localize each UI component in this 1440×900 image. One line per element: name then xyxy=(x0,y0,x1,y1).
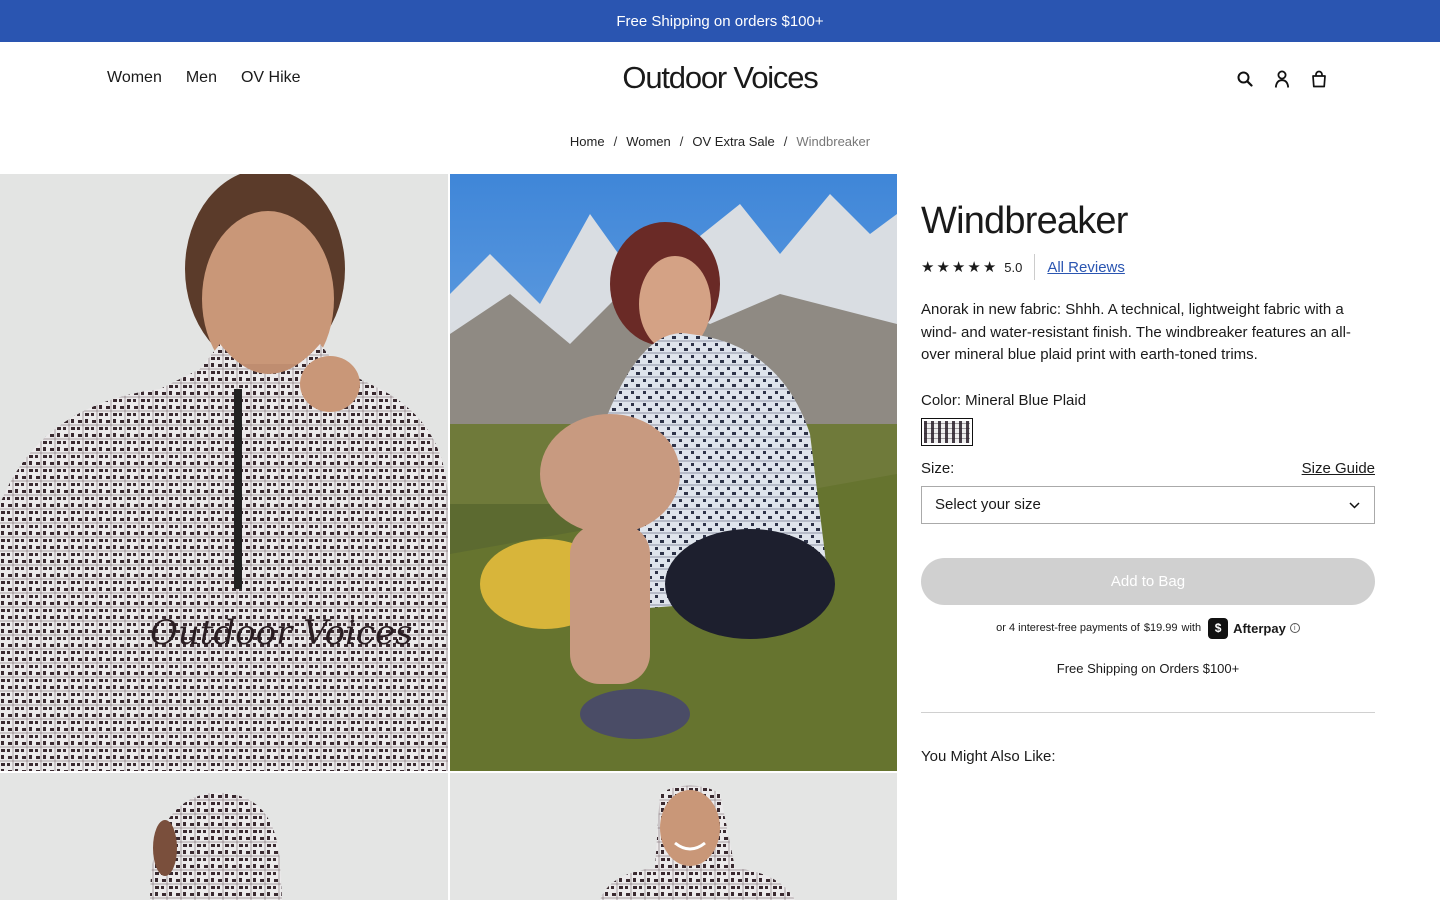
breadcrumb: Home / Women / OV Extra Sale / Windbreak… xyxy=(0,134,1440,149)
rating-divider xyxy=(1034,254,1036,280)
afterpay-logo: $ Afterpay xyxy=(1208,617,1286,639)
also-like-heading: You Might Also Like: xyxy=(921,747,1056,765)
star-icon: ★ xyxy=(951,259,966,276)
chevron-down-icon xyxy=(1349,496,1360,513)
search-icon[interactable] xyxy=(1235,69,1255,89)
nav-link-men[interactable]: Men xyxy=(186,69,217,87)
svg-text:Outdoor Voices: Outdoor Voices xyxy=(150,613,413,653)
afterpay-message: or 4 interest-free payments of $19.99 wi… xyxy=(921,617,1375,639)
site-header: Women Men OV Hike Outdoor Voices xyxy=(0,42,1440,118)
afterpay-brand: Afterpay xyxy=(1233,620,1286,636)
nav-link-ov-hike[interactable]: OV Hike xyxy=(241,69,301,87)
promo-text: Free Shipping on orders $100+ xyxy=(616,12,824,30)
add-to-bag-button[interactable]: Add to Bag xyxy=(921,557,1375,605)
product-image-studio[interactable]: Outdoor Voices xyxy=(0,174,448,771)
size-select-value: Select your size xyxy=(935,496,1041,513)
add-to-bag-label: Add to Bag xyxy=(1110,572,1186,590)
main-nav: Women Men OV Hike xyxy=(107,69,301,87)
star-icon: ★ xyxy=(921,259,935,276)
nav-link-women[interactable]: Women xyxy=(107,69,162,87)
size-label: Size: xyxy=(921,459,955,477)
free-shipping-note: Free Shipping on Orders $100+ xyxy=(1056,660,1240,676)
color-label: Color: Mineral Blue Plaid xyxy=(921,391,1087,409)
account-icon[interactable] xyxy=(1272,69,1292,89)
bag-icon[interactable] xyxy=(1309,69,1329,89)
promo-bar: Free Shipping on orders $100+ xyxy=(0,0,1440,42)
all-reviews-link[interactable]: All Reviews xyxy=(1047,259,1125,276)
product-image-hood-back[interactable] xyxy=(0,773,448,900)
section-divider xyxy=(921,711,1375,713)
size-guide-link[interactable]: Size Guide xyxy=(1302,460,1375,477)
star-rating: ★ ★ ★ ★ ★ xyxy=(921,258,996,276)
breadcrumb-women[interactable]: Women xyxy=(626,134,671,149)
afterpay-prefix: or 4 interest-free payments of xyxy=(996,622,1140,634)
header-actions xyxy=(1235,69,1329,89)
color-swatch-mineral-blue-plaid[interactable] xyxy=(921,417,973,446)
afterpay-badge-icon: $ xyxy=(1208,617,1229,639)
size-select[interactable]: Select your size xyxy=(921,485,1375,524)
breadcrumb-current: Windbreaker xyxy=(796,134,871,149)
size-row: Size: Size Guide xyxy=(921,460,1375,477)
info-icon[interactable]: i xyxy=(1289,623,1300,633)
breadcrumb-separator: / xyxy=(613,134,618,149)
product-gallery: Outdoor Voices xyxy=(0,174,897,900)
star-icon: ★ xyxy=(967,259,981,276)
rating-value: 5.0 xyxy=(1004,259,1023,275)
product-image-hood-front[interactable] xyxy=(450,773,897,900)
product-image-outdoor[interactable] xyxy=(450,174,897,771)
afterpay-amount: $19.99 xyxy=(1143,622,1178,634)
afterpay-with: with xyxy=(1181,622,1202,634)
product-description: Anorak in new fabric: Shhh. A technical,… xyxy=(921,301,1351,363)
product-title: Windbreaker xyxy=(921,200,1128,242)
swatch-pattern xyxy=(924,420,970,443)
site-logo[interactable]: Outdoor Voices xyxy=(622,60,818,95)
star-icon: ★ xyxy=(982,259,997,276)
star-icon: ★ xyxy=(936,259,950,276)
breadcrumb-home[interactable]: Home xyxy=(570,134,605,149)
breadcrumb-separator: / xyxy=(783,134,788,149)
rating-row: ★ ★ ★ ★ ★ 5.0 All Reviews xyxy=(921,254,1375,280)
breadcrumb-separator: / xyxy=(679,134,684,149)
breadcrumb-ov-extra-sale[interactable]: OV Extra Sale xyxy=(692,134,774,149)
product-info: Windbreaker ★ ★ ★ ★ ★ 5.0 All Reviews An… xyxy=(921,196,1375,765)
